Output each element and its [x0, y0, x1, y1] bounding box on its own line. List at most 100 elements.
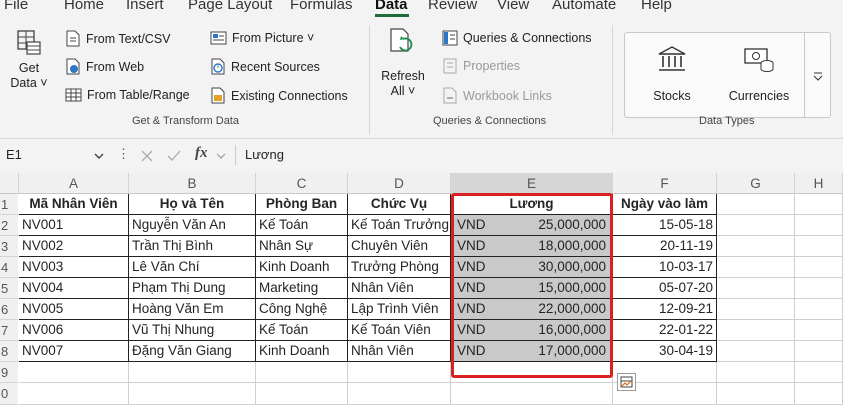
- empty-cell[interactable]: [19, 362, 129, 383]
- table-cell[interactable]: Kế Toán: [256, 320, 348, 341]
- from-web-button[interactable]: From Web: [65, 58, 144, 75]
- date-cell[interactable]: 05-07-20: [613, 278, 717, 299]
- table-cell[interactable]: NV004: [19, 278, 129, 299]
- tab-help[interactable]: Help: [641, 0, 672, 13]
- date-cell[interactable]: 10-03-17: [613, 257, 717, 278]
- tab-review[interactable]: Review: [428, 0, 477, 13]
- table-cell[interactable]: Hoàng Văn Em: [129, 299, 256, 320]
- refresh-all-button[interactable]: Refresh All ˅: [378, 25, 428, 107]
- empty-cell[interactable]: [795, 236, 843, 257]
- empty-cell[interactable]: [129, 383, 256, 405]
- empty-cell[interactable]: [795, 257, 843, 278]
- empty-cell[interactable]: [256, 362, 348, 383]
- table-cell[interactable]: Kế Toán: [256, 215, 348, 236]
- salary-cell[interactable]: VND 18,000,000: [451, 236, 613, 257]
- name-box[interactable]: E1: [6, 147, 22, 162]
- empty-cell[interactable]: [795, 278, 843, 299]
- salary-cell[interactable]: VND 22,000,000: [451, 299, 613, 320]
- date-cell[interactable]: 30-04-19: [613, 341, 717, 362]
- recent-sources-button[interactable]: Recent Sources: [210, 58, 320, 75]
- header-cell[interactable]: Chức Vụ: [348, 194, 451, 215]
- empty-cell[interactable]: [19, 383, 129, 405]
- empty-cell[interactable]: [717, 320, 795, 341]
- empty-cell[interactable]: [795, 299, 843, 320]
- date-cell[interactable]: 22-01-22: [613, 320, 717, 341]
- empty-cell[interactable]: [795, 320, 843, 341]
- stocks-button[interactable]: Stocks: [637, 43, 707, 111]
- table-cell[interactable]: Kinh Doanh: [256, 257, 348, 278]
- column-header-a[interactable]: A: [19, 173, 129, 194]
- tab-page-layout[interactable]: Page Layout: [188, 0, 272, 13]
- table-cell[interactable]: Lập Trình Viên: [348, 299, 451, 320]
- table-cell[interactable]: Marketing: [256, 278, 348, 299]
- table-cell[interactable]: Phạm Thị Dung: [129, 278, 256, 299]
- table-cell[interactable]: Vũ Thị Nhung: [129, 320, 256, 341]
- date-cell[interactable]: 12-09-21: [613, 299, 717, 320]
- salary-cell[interactable]: VND 25,000,000: [451, 215, 613, 236]
- check-icon[interactable]: [167, 149, 181, 163]
- tab-formulas[interactable]: Formulas: [290, 0, 353, 13]
- row-header-6[interactable]: 6: [0, 299, 18, 320]
- table-cell[interactable]: Trưởng Phòng: [348, 257, 451, 278]
- from-text-csv-button[interactable]: From Text/CSV: [65, 30, 171, 47]
- salary-cell[interactable]: VND 16,000,000: [451, 320, 613, 341]
- table-cell[interactable]: Kế Toán Trưởng: [348, 215, 451, 236]
- column-header-b[interactable]: B: [129, 173, 256, 194]
- table-cell[interactable]: NV001: [19, 215, 129, 236]
- header-cell[interactable]: Họ và Tên: [129, 194, 256, 215]
- empty-cell[interactable]: [717, 194, 795, 215]
- row-header-9[interactable]: 9: [0, 362, 18, 383]
- column-header-e[interactable]: E: [451, 173, 613, 194]
- empty-cell[interactable]: [348, 383, 451, 405]
- salary-cell[interactable]: VND 15,000,000: [451, 278, 613, 299]
- chevron-down-icon[interactable]: [216, 153, 226, 161]
- empty-cell[interactable]: [717, 299, 795, 320]
- row-header-10[interactable]: 0: [0, 383, 18, 405]
- cancel-icon[interactable]: [140, 149, 154, 163]
- tab-file[interactable]: File: [4, 0, 28, 13]
- column-header-d[interactable]: D: [348, 173, 451, 194]
- empty-cell[interactable]: [717, 257, 795, 278]
- column-header-g[interactable]: G: [717, 173, 795, 194]
- header-cell[interactable]: Ngày vào làm: [613, 194, 717, 215]
- table-cell[interactable]: NV006: [19, 320, 129, 341]
- currencies-button[interactable]: Currencies: [721, 43, 797, 111]
- table-cell[interactable]: NV003: [19, 257, 129, 278]
- empty-cell[interactable]: [717, 215, 795, 236]
- chevron-down-icon[interactable]: [94, 153, 104, 161]
- table-cell[interactable]: Nhân Sự: [256, 236, 348, 257]
- table-cell[interactable]: Nhân Viên: [348, 278, 451, 299]
- table-cell[interactable]: NV002: [19, 236, 129, 257]
- row-header-5[interactable]: 5: [0, 278, 18, 299]
- header-cell[interactable]: Mã Nhân Viên: [19, 194, 129, 215]
- empty-cell[interactable]: [256, 383, 348, 405]
- empty-cell[interactable]: [717, 362, 795, 383]
- column-header-c[interactable]: C: [256, 173, 348, 194]
- queries-connections-button[interactable]: Queries & Connections: [442, 30, 592, 46]
- from-table-range-button[interactable]: From Table/Range: [65, 87, 190, 103]
- empty-cell[interactable]: [717, 341, 795, 362]
- tab-insert[interactable]: Insert: [126, 0, 164, 13]
- empty-cell[interactable]: [795, 383, 843, 405]
- from-picture-button[interactable]: From Picture ˅: [210, 30, 314, 46]
- salary-cell[interactable]: VND 30,000,000: [451, 257, 613, 278]
- row-header-1[interactable]: 1: [0, 194, 18, 215]
- table-cell[interactable]: Nguyễn Văn An: [129, 215, 256, 236]
- row-header-3[interactable]: 3: [0, 236, 18, 257]
- empty-cell[interactable]: [717, 236, 795, 257]
- tab-view[interactable]: View: [497, 0, 529, 13]
- empty-cell[interactable]: [795, 362, 843, 383]
- table-cell[interactable]: Công Nghệ: [256, 299, 348, 320]
- empty-cell[interactable]: [129, 362, 256, 383]
- empty-cell[interactable]: [795, 215, 843, 236]
- worksheet-grid[interactable]: ABCDEFGH 1234567890 Mã Nhân Viên Họ và Tê…: [0, 173, 843, 405]
- table-cell[interactable]: Trần Thị Bình: [129, 236, 256, 257]
- select-all-corner[interactable]: [0, 173, 19, 194]
- table-cell[interactable]: Kế Toán Viên: [348, 320, 451, 341]
- table-cell[interactable]: NV007: [19, 341, 129, 362]
- table-cell[interactable]: Chuyên Viên: [348, 236, 451, 257]
- empty-cell[interactable]: [451, 383, 613, 405]
- salary-cell[interactable]: VND 17,000,000: [451, 341, 613, 362]
- tab-home[interactable]: Home: [64, 0, 104, 13]
- existing-connections-button[interactable]: Existing Connections: [210, 87, 348, 104]
